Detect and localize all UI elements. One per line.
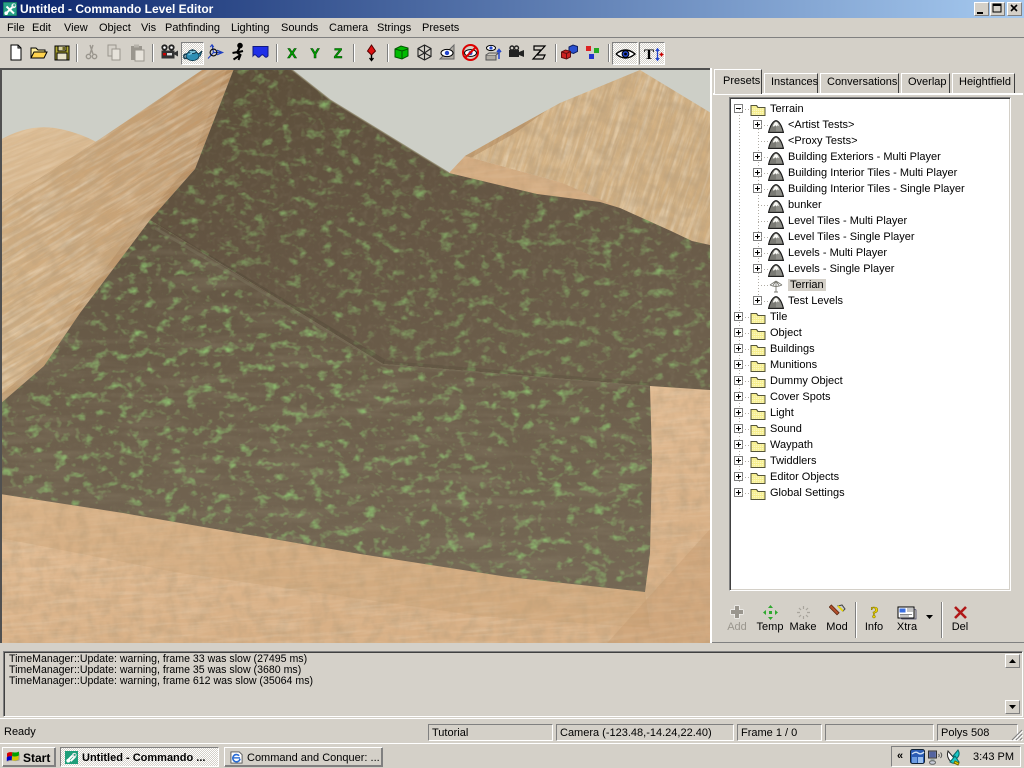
svg-text:Z: Z [334,45,343,61]
svg-text:X: X [287,45,297,61]
svg-text:T: T [644,47,654,63]
svg-text:?: ? [870,604,879,621]
svg-text:Y: Y [310,45,320,61]
